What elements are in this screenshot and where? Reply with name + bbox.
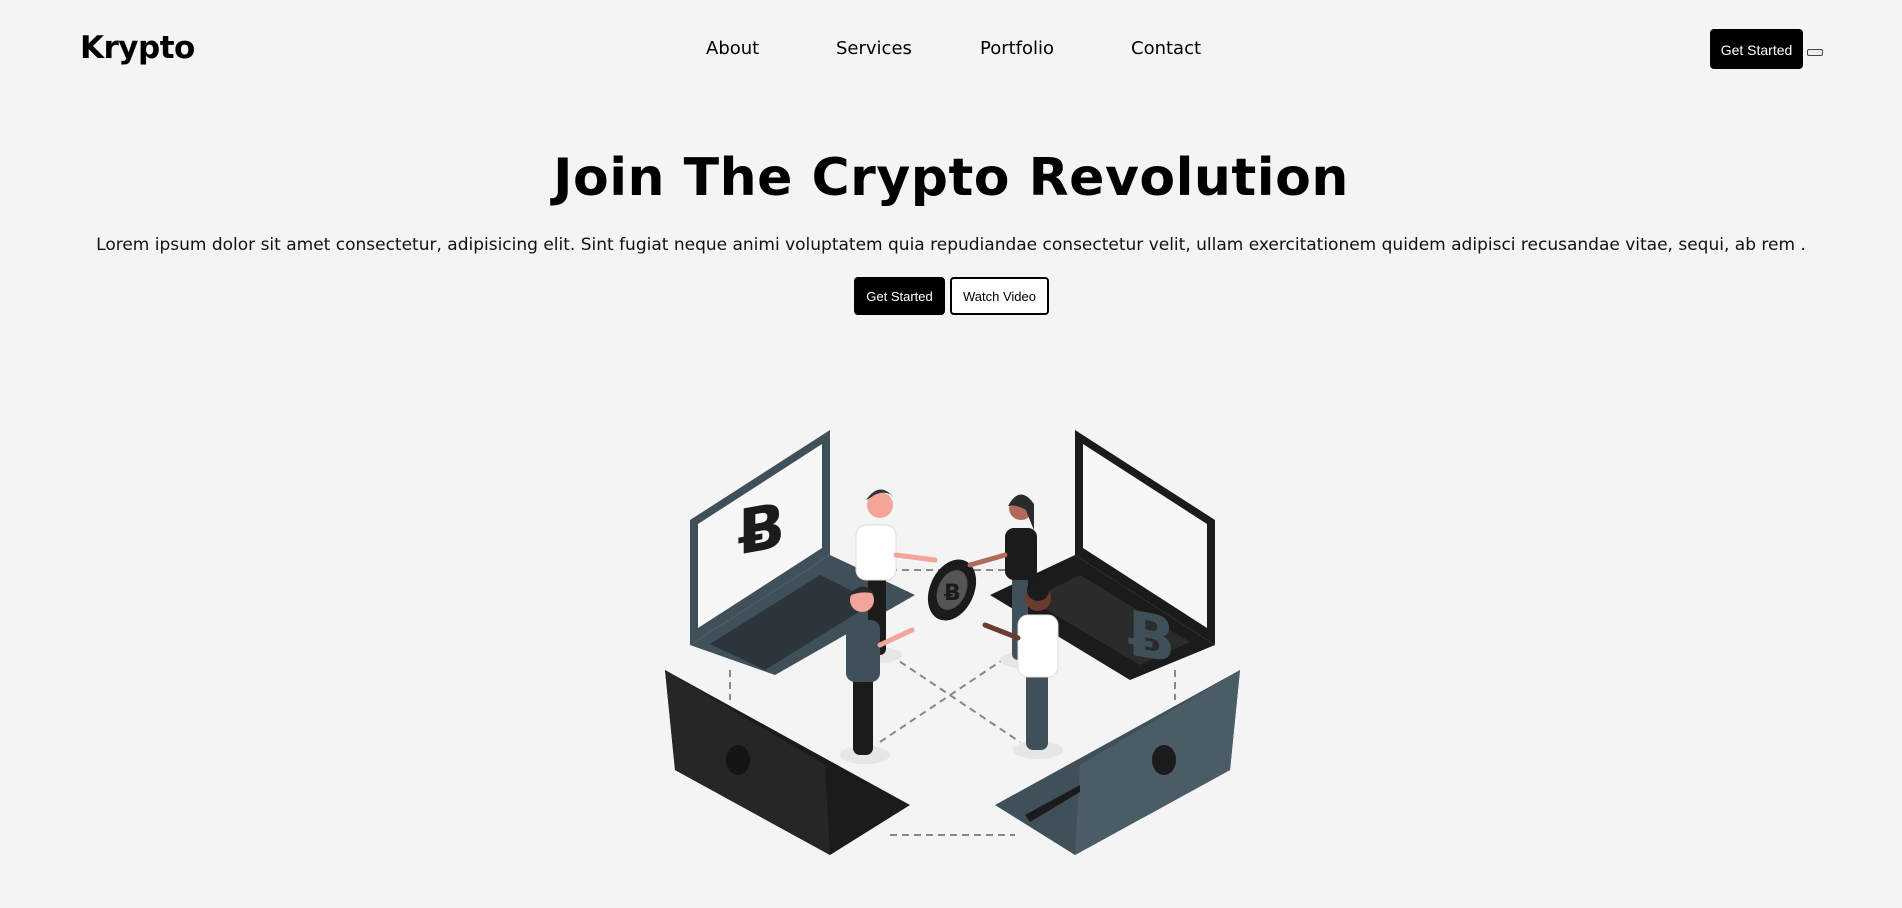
nav-link-contact[interactable]: Contact	[1131, 38, 1201, 59]
menu-toggle-button[interactable]	[1807, 49, 1823, 56]
crypto-illustration: Ƀ Ƀ Ƀ	[665, 430, 1240, 855]
get-started-button[interactable]: Get Started	[854, 277, 945, 315]
bitcoin-icon: Ƀ	[738, 489, 785, 570]
nav-link-portfolio[interactable]: Portfolio	[980, 38, 1054, 59]
bitcoin-icon: Ƀ	[944, 581, 961, 606]
hero-actions: Get Started Watch Video	[854, 277, 1050, 315]
hero-title: Join The Crypto Revolution	[553, 148, 1349, 208]
nav-link-services[interactable]: Services	[836, 38, 912, 59]
header-get-started-button[interactable]: Get Started	[1710, 29, 1803, 69]
nav-link-about[interactable]: About	[706, 38, 759, 59]
bitcoin-icon: Ƀ	[1128, 597, 1175, 678]
hero-description: Lorem ipsum dolor sit amet consectetur, …	[96, 235, 1806, 255]
watch-video-button[interactable]: Watch Video	[950, 277, 1049, 315]
site-header: Krypto About Services Portfolio Contact …	[0, 0, 1902, 100]
brand-logo[interactable]: Krypto	[80, 30, 195, 66]
